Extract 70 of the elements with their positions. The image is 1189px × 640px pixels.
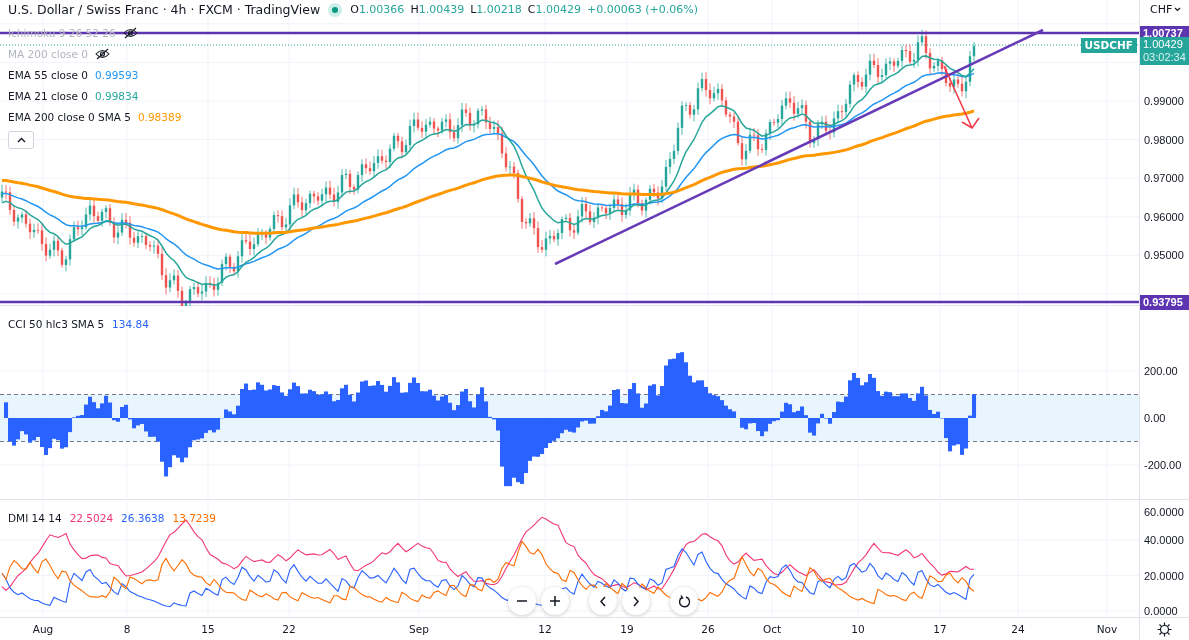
reset-button[interactable] (670, 587, 698, 615)
arrow-drawing (943, 65, 980, 129)
axis-label: 0.97000 (1144, 171, 1184, 186)
indicator-value: 134.84 (112, 318, 149, 330)
eye-crossed-icon[interactable] (122, 26, 138, 39)
time-label: 17 (933, 623, 947, 635)
eye-crossed-icon[interactable] (95, 47, 111, 60)
axis-label: 20.0000 (1144, 568, 1184, 583)
time-label: Aug (32, 623, 54, 635)
time-label: 15 (201, 623, 215, 635)
axis-label: -200.00 (1144, 458, 1182, 472)
ohlc-value: 1.00439 (418, 3, 465, 16)
ohlc-label: L (470, 3, 477, 16)
chevron-down-icon (1174, 7, 1182, 12)
minus-icon (517, 600, 527, 602)
axis-label: 0.98000 (1144, 132, 1184, 147)
currency-label[interactable]: CHF (1150, 3, 1173, 16)
axis-label: 40.0000 (1144, 533, 1184, 548)
zoom-in-button[interactable] (541, 587, 569, 615)
settings-icon[interactable] (1157, 621, 1172, 637)
price-change: +0.00063 (+0.06%) (587, 3, 698, 16)
scroll-right-button[interactable] (622, 587, 650, 615)
time-label: 26 (701, 623, 715, 635)
indicator-value: 22.5024 (69, 512, 114, 524)
collapse-button[interactable] (8, 131, 34, 149)
ohlc-label: H (410, 3, 419, 16)
time-label: 8 (123, 623, 131, 635)
indicator-value: 0.99593 (95, 68, 139, 81)
time-label: 12 (538, 623, 552, 635)
axis-label: 0.0000 (1144, 604, 1178, 619)
indicator-value: 0.98389 (137, 110, 182, 123)
indicator-value: 13.7239 (172, 512, 216, 524)
ohlc-value: 1.00429 (535, 3, 581, 16)
indicator-name: EMA 200 close 0 SMA 5 (8, 110, 131, 123)
plus-icon (550, 596, 560, 606)
chart-title: U.S. Dollar / Swiss Franc · 4h · FXCM · TradingView (8, 2, 321, 17)
time-label: 22 (282, 623, 296, 635)
axis-label: 60.0000 (1144, 505, 1184, 519)
indicator-name: MA 200 close 0 (8, 47, 89, 60)
time-label: 24 (1011, 623, 1025, 635)
axis-label: 0.95000 (1144, 248, 1184, 263)
scroll-left-button[interactable] (589, 587, 617, 615)
chevron-left-icon (600, 595, 606, 607)
time-label: Sep (409, 623, 429, 635)
axis-label: 200.00 (1144, 364, 1178, 378)
axis-label: 0.00 (1144, 411, 1166, 425)
last-price-label: 1.00429 03:02:34 (1140, 37, 1189, 65)
time-label: 10 (851, 623, 865, 635)
indicator-name: CCI 50 hlc3 SMA 5 (8, 318, 105, 330)
chevron-up-icon (16, 137, 26, 143)
indicator-name: DMI 14 14 (8, 512, 62, 524)
time-label: Nov (1096, 623, 1118, 635)
ohlc-label: O (350, 3, 359, 16)
zoom-out-button[interactable] (508, 587, 536, 615)
indicator-value: 0.99834 (95, 89, 139, 102)
ohlc-value: 1.00366 (358, 3, 405, 16)
ohlc-value: 1.00218 (476, 3, 522, 16)
axis-label: 0.99000 (1144, 94, 1184, 108)
indicator-name: EMA 55 close 0 (8, 68, 88, 81)
price-level-label: 0.93795 (1140, 295, 1189, 310)
time-label: 19 (620, 623, 634, 635)
symbol-label: USDCHF (1080, 38, 1137, 53)
indicator-value: 26.3638 (121, 512, 165, 524)
chevron-right-icon (633, 595, 639, 607)
ohlc-label: C (527, 3, 536, 16)
axis-label: 0.96000 (1144, 209, 1184, 224)
reset-icon (677, 594, 691, 608)
indicator-name: EMA 21 close 0 (8, 89, 88, 102)
time-label: Oct (762, 623, 782, 635)
market-status-icon (328, 2, 343, 17)
